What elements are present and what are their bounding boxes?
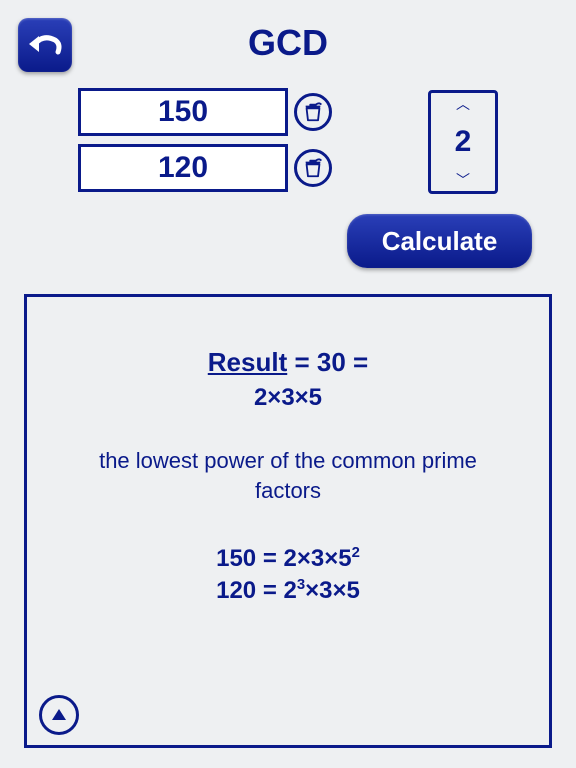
factor-row: 120 = 23×3×5 (27, 577, 549, 605)
calculate-button[interactable]: Calculate (347, 214, 532, 268)
factorization-list: 150 = 2×3×52 120 = 23×3×5 (27, 545, 549, 605)
undo-arrow-icon (25, 30, 65, 60)
factor-n: 150 (216, 545, 256, 572)
factor-row: 150 = 2×3×52 (27, 545, 549, 573)
input-row (78, 144, 332, 192)
trash-icon (302, 157, 324, 179)
chevron-up-icon[interactable]: ︿ (456, 97, 470, 111)
result-label: Result (208, 347, 287, 377)
clear-button-1[interactable] (294, 93, 332, 131)
back-button[interactable] (18, 18, 72, 72)
result-explanation: the lowest power of the common prime fac… (27, 446, 549, 505)
clear-button-2[interactable] (294, 149, 332, 187)
result-value: 30 (317, 347, 346, 377)
inputs-area (78, 88, 332, 200)
trash-icon (302, 101, 324, 123)
input-row (78, 88, 332, 136)
factor-f: 23×3×5 (284, 577, 360, 604)
number-input-2[interactable] (78, 144, 288, 192)
stepper-value: 2 (455, 125, 472, 159)
factor-n: 120 (216, 577, 256, 604)
page-title: GCD (14, 22, 562, 64)
factor-f: 2×3×52 (284, 545, 360, 572)
expand-button[interactable] (39, 695, 79, 735)
chevron-down-icon[interactable]: ﹀ (456, 173, 470, 187)
count-stepper[interactable]: ︿ 2 ﹀ (428, 90, 498, 194)
number-input-1[interactable] (78, 88, 288, 136)
result-heading: Result = 30 = (27, 347, 549, 378)
result-panel: Result = 30 = 2×3×5 the lowest power of … (24, 294, 552, 748)
triangle-up-icon (49, 705, 69, 725)
result-factorization: 2×3×5 (27, 384, 549, 412)
